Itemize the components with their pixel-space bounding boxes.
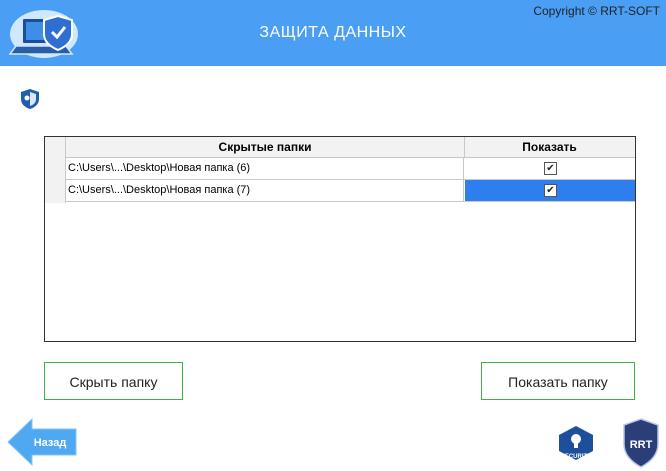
rrt-logo-icon: RRT — [623, 418, 659, 468]
back-button[interactable]: Назад — [8, 417, 80, 467]
shield-icon — [21, 89, 39, 109]
folder-path-cell[interactable]: C:\Users\...\Desktop\Новая папка (6) — [66, 158, 464, 179]
show-cell[interactable]: ✔ — [465, 158, 635, 179]
column-header-show[interactable]: Показать — [465, 137, 634, 157]
show-folder-button[interactable]: Показать папку — [481, 362, 635, 400]
folder-path-cell[interactable]: C:\Users\...\Desktop\Новая папка (7) — [66, 180, 464, 201]
rrt-logo-text: RRT — [630, 439, 653, 451]
column-header-folders[interactable]: Скрытые папки — [66, 137, 465, 157]
copyright-text: Copyright © RRT-SOFT — [533, 4, 660, 18]
back-label: Назад — [34, 437, 67, 449]
show-checkbox[interactable]: ✔ — [544, 162, 557, 175]
security-badge-icon: SECURITY — [559, 426, 593, 460]
hide-folder-button[interactable]: Скрыть папку — [44, 362, 183, 400]
show-cell-selected[interactable]: ✔ — [465, 180, 635, 201]
table-row[interactable]: C:\Users\...\Desktop\Новая папка (6) ✔ — [66, 158, 635, 180]
row-header-column — [45, 137, 66, 203]
page-title: ЗАЩИТА ДАННЫХ — [259, 24, 407, 41]
table-row[interactable]: C:\Users\...\Desktop\Новая папка (7) ✔ — [66, 180, 635, 202]
show-checkbox[interactable]: ✔ — [544, 184, 557, 197]
app-header: ЗАЩИТА ДАННЫХ Copyright © RRT-SOFT — [0, 0, 666, 66]
hidden-folders-table[interactable]: Скрытые папки Показать C:\Users\...\Desk… — [44, 136, 636, 342]
table-header: Скрытые папки Показать — [45, 137, 635, 158]
security-badge-text: SECURITY — [561, 454, 591, 460]
